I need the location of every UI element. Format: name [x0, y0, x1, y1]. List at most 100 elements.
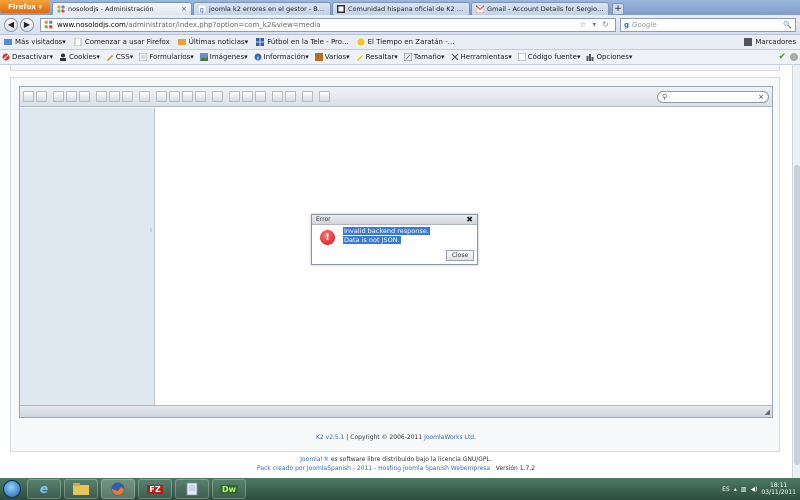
close-icon[interactable]: ✖ [466, 215, 473, 224]
error-icon: ! [320, 230, 335, 245]
address-bar[interactable]: www.nosolodjs.com/administrator/index.ph… [40, 17, 616, 32]
devbar-opciones[interactable]: Opciones ▾ [586, 53, 632, 61]
page-scrollbar[interactable] [792, 65, 800, 478]
info-icon[interactable] [139, 91, 150, 102]
copy-icon[interactable] [169, 91, 180, 102]
k2-version-link[interactable]: K2 v2.5.1 [316, 434, 344, 441]
view-icons-icon[interactable] [285, 91, 296, 102]
view-list-icon[interactable] [302, 91, 313, 102]
devbar-label: Resaltar [365, 53, 395, 61]
devbar-codigo-fuente[interactable]: Código fuente ▾ [517, 53, 580, 61]
devbar-herramientas[interactable]: Herramientas ▾ [451, 53, 512, 61]
joomlaspanish-link[interactable]: Pack creado por JoomlaSpanish - 2011 - H… [257, 465, 490, 472]
k2-favicon-icon [337, 5, 345, 13]
ie-icon: e [39, 482, 49, 496]
taskbar-firefox[interactable] [101, 479, 135, 499]
taskbar-filezilla[interactable]: FZ [138, 479, 172, 499]
joomla-link[interactable]: Joomla!® [300, 456, 329, 463]
css-status-icon[interactable] [790, 53, 798, 61]
tab-gmail[interactable]: Gmail - Account Details for Sergio Ga... [471, 2, 609, 15]
open-folder-icon[interactable] [96, 91, 107, 102]
devbar-label: Imágenes [209, 53, 245, 61]
edit-icon[interactable] [229, 91, 240, 102]
bookmark-comenzar-firefox[interactable]: Comenzar a usar Firefox [74, 38, 170, 46]
highlighter-icon [356, 55, 363, 61]
dropdown-arrow-icon[interactable]: ▾ [592, 20, 596, 29]
bookmark-mas-visitados[interactable]: Más visitados ▾ [4, 38, 66, 46]
new-folder-icon[interactable] [122, 91, 133, 102]
bookmarks-menu[interactable]: Marcadores [744, 38, 796, 46]
bookmark-star-icon[interactable]: ☆ [579, 20, 586, 29]
scrollbar-thumb[interactable] [794, 165, 800, 465]
home-icon[interactable] [66, 91, 77, 102]
devbar-label: Tamaño [413, 53, 441, 61]
image-icon [199, 53, 208, 61]
close-tab-icon[interactable]: × [181, 5, 187, 13]
search-icon[interactable]: 🔍 [783, 21, 792, 29]
error-message-line1: Invalid backend response. [343, 227, 430, 235]
bookmark-futbol-tele[interactable]: Fútbol en la Tele - Pro... [256, 38, 349, 46]
clear-search-icon[interactable]: × [758, 93, 764, 101]
system-clock[interactable]: 18:11 03/11/2011 [761, 482, 796, 496]
cut-icon[interactable] [182, 91, 193, 102]
devbar-tamano[interactable]: Tamaño ▾ [403, 53, 445, 61]
volume-icon[interactable]: ◀) [750, 486, 757, 493]
network-icon[interactable]: ▥ [741, 486, 747, 493]
bookmark-ultimas-noticias[interactable]: Últimas noticias ▾ [177, 38, 248, 46]
tab-label: joomla k2 errores en el gestor - Busca..… [209, 5, 326, 13]
extract-icon[interactable] [255, 91, 266, 102]
start-button[interactable] [0, 478, 24, 500]
taskbar-internet-explorer[interactable]: e [27, 479, 61, 499]
devbar-varios[interactable]: Varios ▾ [314, 53, 350, 61]
devbar-resaltar[interactable]: Resaltar ▾ [356, 53, 398, 61]
devbar-informacion[interactable]: Información ▾ [254, 53, 309, 61]
back-button[interactable]: ◀ [4, 17, 18, 32]
language-indicator[interactable]: ES [722, 486, 730, 493]
save-icon[interactable] [79, 91, 90, 102]
devbar-cookies[interactable]: Cookies ▾ [59, 53, 100, 61]
devbar-formularios[interactable]: Formularios ▾ [139, 53, 194, 61]
bookmark-tiempo-zaratan[interactable]: El Tiempo en Zaratán -... [357, 38, 454, 46]
pencil-icon [106, 55, 113, 61]
joomla-site-icon [44, 20, 53, 29]
devbar-desactivar[interactable]: Desactivar ▾ [2, 53, 53, 61]
rename-icon[interactable] [212, 91, 223, 102]
reload-icon[interactable] [53, 91, 64, 102]
new-tab-button[interactable]: + [612, 3, 624, 15]
delete-icon[interactable] [195, 91, 206, 102]
taskbar-explorer[interactable] [64, 479, 98, 499]
devbar-css[interactable]: CSS ▾ [106, 53, 133, 61]
joomlaworks-link[interactable]: JoomlaWorks Ltd. [424, 434, 476, 441]
reload-icon[interactable]: ↻ [602, 20, 609, 29]
misc-icon [314, 53, 323, 61]
taskbar-dreamweaver[interactable]: Dw [212, 479, 246, 499]
tab-administracion[interactable]: nosolodjs - Administración × [52, 2, 192, 15]
file-search-input[interactable]: ⚲ × [657, 90, 769, 103]
taskbar-notepad[interactable] [175, 479, 209, 499]
help-icon[interactable] [319, 91, 330, 102]
close-button[interactable]: Close [446, 250, 474, 261]
show-hidden-icons-icon[interactable]: ▴ [734, 486, 737, 493]
tab-google-search[interactable]: g joomla k2 errores en el gestor - Busca… [193, 2, 331, 15]
back-arrow-icon[interactable] [23, 91, 34, 102]
forward-arrow-icon[interactable] [36, 91, 47, 102]
close-button-label: Close [451, 252, 469, 259]
archive-icon[interactable] [242, 91, 253, 102]
dialog-titlebar[interactable]: Error ✖ [312, 215, 477, 225]
forward-button[interactable]: ▶ [20, 17, 34, 32]
firefox-menu-button[interactable]: Firefox ▾ [0, 0, 50, 13]
tab-comunidad-k2[interactable]: Comunidad hispana oficial de K2 - K2... [332, 2, 470, 15]
google-favicon-icon: g [198, 5, 206, 13]
file-manager-toolbar: ⚲ × [20, 87, 772, 107]
pane-splitter-handle[interactable]: ⁞ [150, 227, 154, 237]
validation-ok-icon[interactable]: ✔ [778, 52, 786, 62]
upload-icon[interactable] [109, 91, 120, 102]
folder-tree-pane[interactable] [20, 108, 155, 405]
resize-grip-icon[interactable]: ◢ [765, 408, 770, 416]
bookmark-label: Últimas noticias [188, 38, 245, 46]
web-search-field[interactable]: g Google 🔍 [620, 17, 796, 32]
preview-eye-icon[interactable] [156, 91, 167, 102]
bookmark-label: Comenzar a usar Firefox [84, 38, 170, 46]
devbar-imagenes[interactable]: Imágenes ▾ [199, 53, 248, 61]
resize-image-icon[interactable] [272, 91, 283, 102]
